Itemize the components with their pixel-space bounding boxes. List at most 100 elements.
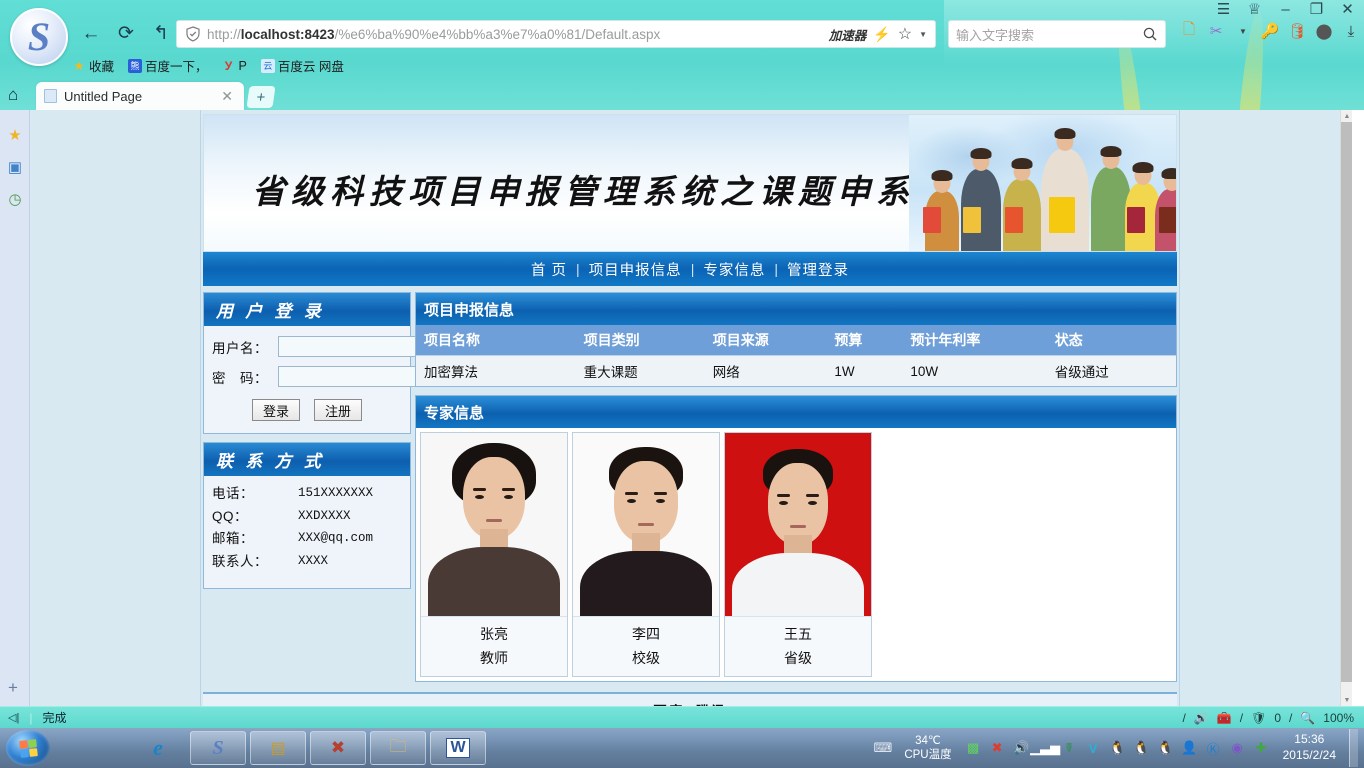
web-page: 省级科技项目申报管理系统之课题申系统 首 页 | 项目申报信息 | 专家信息 |… [200, 110, 1180, 706]
browser-logo: S [10, 8, 68, 66]
windows-logo-icon [18, 738, 38, 758]
zoom-icon[interactable]: 🔍 [1300, 711, 1315, 725]
reload-button[interactable]: ⟳ [113, 20, 139, 46]
favorites-rail-icon[interactable]: ★ [6, 126, 24, 144]
bookmarks-bar: ★ 收藏 熊 百度一下， У P 云 百度云 网盘 [72, 56, 344, 75]
history-back-icon[interactable]: ↰ [148, 20, 174, 46]
bookmark-star-icon[interactable]: ☆ [898, 24, 912, 44]
taskbar-sogou-browser[interactable]: S [190, 731, 246, 765]
scrollbar-thumb[interactable] [1341, 122, 1352, 682]
minimize-button[interactable]: – [1277, 2, 1294, 17]
login-button[interactable]: 登录 [252, 399, 300, 421]
col-expected-rate: 预计年利率 [902, 325, 1047, 356]
search-bar[interactable]: 输入文字搜索 [948, 20, 1166, 48]
scroll-up-arrow-icon[interactable]: ▲ [1341, 110, 1352, 122]
chevron-down-icon[interactable]: ▼ [919, 30, 927, 39]
history-rail-icon[interactable]: ◷ [6, 190, 24, 208]
add-rail-icon[interactable]: + [8, 678, 18, 698]
contact-value: XXX@qq.com [298, 531, 374, 546]
show-desktop-button[interactable] [1349, 729, 1358, 767]
status-divider: / [1239, 710, 1244, 725]
remote-assist-icon[interactable]: 👤 [1181, 740, 1198, 757]
back-button[interactable]: ← [78, 20, 104, 46]
maximize-button[interactable]: ❐ [1308, 2, 1325, 17]
volume-icon[interactable]: 🔊 [1194, 711, 1209, 725]
sogou-input-icon[interactable]: V [1085, 740, 1102, 757]
username-label: 用户名： [212, 340, 268, 356]
nav-link-home[interactable]: 首 页 [522, 259, 576, 280]
nav-link-expert-info[interactable]: 专家信息 [694, 259, 774, 280]
browser-menu-icon[interactable]: ☰ [1215, 2, 1232, 17]
vertical-scrollbar[interactable]: ▲ ▼ [1340, 110, 1352, 706]
table-row[interactable]: 加密算法 重大课题 网络 1W 10W 省级通过 [416, 355, 1176, 386]
project-table: 项目名称 项目类别 项目来源 预算 预计年利率 状态 加密算法 重大课题 网络 … [416, 325, 1176, 386]
toolbox-icon[interactable]: 🧰 [1217, 711, 1232, 725]
more-dots-icon[interactable]: ⬤ [1315, 22, 1333, 40]
expert-card[interactable]: 王五 省级 [724, 432, 872, 677]
status-divider: / [1182, 710, 1186, 725]
close-button[interactable]: ✕ [1339, 2, 1356, 17]
clock[interactable]: 15:36 2015/2/24 [1283, 732, 1336, 763]
volume-icon[interactable]: 🔊 [1013, 740, 1030, 757]
project-declaration-section: 项目申报信息 项目名称 项目类别 项目来源 预算 预计年利率 状态 加密算法 重… [415, 292, 1177, 387]
reading-rail-icon[interactable]: ▣ [6, 158, 24, 176]
network-error-icon[interactable]: ✖ [989, 740, 1006, 757]
download-icon[interactable]: ⤓ [1342, 22, 1360, 40]
antivirus-icon[interactable]: ☤ [1061, 740, 1078, 757]
col-budget: 预算 [826, 325, 903, 356]
key-icon[interactable]: 🔑 [1261, 22, 1280, 40]
contact-key: 邮箱： [212, 531, 254, 547]
url-text[interactable]: http://localhost:8423/%e6%ba%90%e4%bb%a3… [207, 27, 829, 42]
scissors-caret-icon[interactable]: ▼ [1234, 22, 1252, 40]
cell-expected-rate: 10W [902, 355, 1047, 386]
zoom-level[interactable]: 100% [1323, 711, 1354, 725]
tab-untitled-page[interactable]: Untitled Page ✕ [36, 82, 244, 110]
tab-close-icon[interactable]: ✕ [218, 88, 236, 105]
expert-card[interactable]: 张亮 教师 [420, 432, 568, 677]
taskbar-word[interactable]: W [430, 731, 486, 765]
kingsoft-icon[interactable]: Ⓚ [1205, 740, 1222, 757]
scissors-icon[interactable]: ✂ [1207, 22, 1225, 40]
address-bar[interactable]: http://localhost:8423/%e6%ba%90%e4%bb%a3… [176, 20, 936, 48]
qq-icon[interactable]: 🐧 [1157, 740, 1174, 757]
network-monitor-icon[interactable]: ▩ [965, 740, 982, 757]
taskbar-ie[interactable]: e [130, 731, 186, 765]
system-tray: ⌨ 34℃ CPU温度 ▩ ✖ 🔊 ▁▃▅ ☤ V 🐧 🐧 🐧 👤 Ⓚ ◉ ✚ … [873, 729, 1364, 767]
contact-row-person: 联系人： XXXX [212, 554, 402, 570]
adblock-icon[interactable]: 🛡 [1251, 711, 1266, 725]
start-button[interactable] [6, 730, 50, 766]
nav-link-project-info[interactable]: 项目申报信息 [580, 259, 691, 280]
page-frame: 省级科技项目申报管理系统之课题申系统 首 页 | 项目申报信息 | 专家信息 |… [30, 110, 1352, 706]
accelerator-label[interactable]: 加速器 [829, 25, 867, 44]
cpu-temp-widget[interactable]: 34℃ CPU温度 [904, 734, 951, 763]
qq-icon[interactable]: 🐧 [1133, 740, 1150, 757]
search-input[interactable]: 输入文字搜索 [956, 25, 1142, 44]
sogou-toolbar-icon[interactable]: 🛢 [1287, 22, 1306, 40]
status-divider: / [1289, 710, 1293, 725]
expert-name: 李四 [573, 616, 719, 646]
bookmark-baidu-pan[interactable]: 云 百度云 网盘 [260, 56, 344, 75]
collapse-sidebar-icon[interactable]: ◁| [8, 711, 19, 724]
nav-link-admin-login[interactable]: 管理登录 [778, 259, 858, 280]
bookmark-favorites[interactable]: ★ 收藏 [72, 56, 114, 75]
save-page-icon[interactable]: 🗋 [1180, 21, 1198, 40]
expert-card[interactable]: 李四 校级 [572, 432, 720, 677]
taskbar-visual-studio[interactable]: ✖ [310, 731, 366, 765]
bookmark-label: P [238, 58, 247, 73]
skin-icon[interactable]: ♕ [1246, 2, 1263, 17]
keyboard-icon[interactable]: ⌨ [873, 740, 892, 757]
register-button[interactable]: 注册 [314, 399, 362, 421]
signal-bars-icon[interactable]: ▁▃▅ [1030, 740, 1060, 757]
search-icon[interactable] [1142, 26, 1158, 42]
qq-icon[interactable]: 🐧 [1109, 740, 1126, 757]
new-tab-button[interactable]: + [246, 86, 276, 108]
bookmark-baidu[interactable]: 熊 百度一下， [128, 56, 208, 75]
360-guard-icon[interactable]: ✚ [1253, 740, 1270, 757]
lightning-icon[interactable]: ⚡ [873, 26, 890, 43]
home-icon[interactable]: ⌂ [8, 85, 18, 105]
bookmark-yandex[interactable]: У P [222, 59, 247, 73]
taskbar-explorer[interactable]: 🗀 [370, 731, 426, 765]
taskbar-sql-tool[interactable]: ▤ [250, 731, 306, 765]
scroll-down-arrow-icon[interactable]: ▼ [1341, 694, 1352, 706]
downloader-icon[interactable]: ◉ [1229, 740, 1246, 757]
